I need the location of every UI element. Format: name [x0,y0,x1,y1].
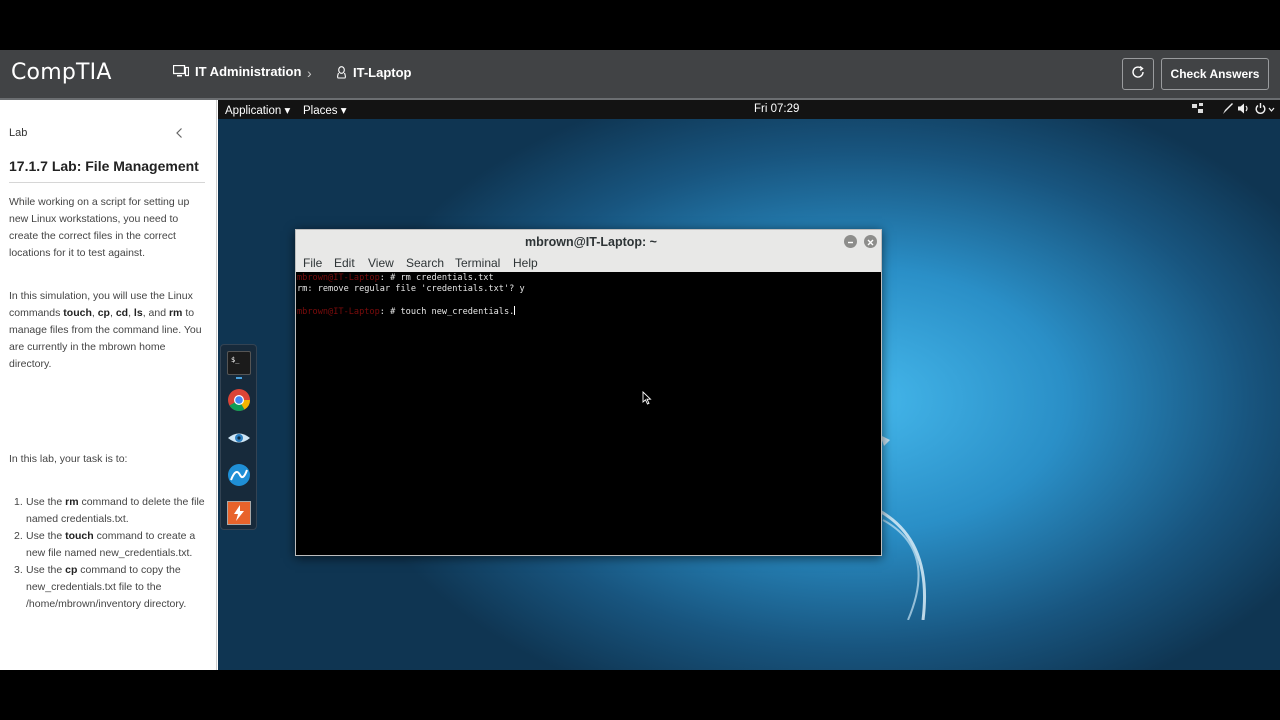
terminal-input-line[interactable]: mbrown@IT-Laptop: # touch new_credential… [297,306,881,317]
menu-help[interactable]: Help [513,256,538,270]
terminal-menubar: File Edit View Search Terminal Help [296,254,881,272]
breadcrumb-it-administration[interactable]: IT Administration [173,64,301,79]
wireshark-fin-icon[interactable] [227,463,251,487]
lab-app: CompTIA IT Administration › IT-Laptop Ch… [0,50,1280,670]
places-menu[interactable]: Places ▾ [303,103,346,117]
section-label: Lab [9,127,28,139]
task-item: 3. Use the cp command to copy the new_cre… [14,564,187,610]
terminal-icon[interactable]: $_ [227,351,251,375]
command-touch: touch [63,307,92,319]
menu-file[interactable]: File [303,256,322,270]
intro-paragraph: While working on a script for setting up… [9,196,190,259]
power-menu-icon[interactable] [1254,102,1276,118]
terminal-title: mbrown@IT-Laptop: ~ [525,235,657,249]
top-navigation-bar: CompTIA IT Administration › IT-Laptop Ch… [0,50,1280,98]
command-rm: rm [168,307,183,319]
chrome-icon[interactable] [227,388,251,412]
lab-instructions-panel: Lab 17.1.7 Lab: File Management While wo… [0,100,217,670]
refresh-icon [1130,64,1146,85]
comptia-logo[interactable]: CompTIA [11,60,112,85]
volume-icon[interactable] [1237,102,1250,118]
terminal-titlebar[interactable]: mbrown@IT-Laptop: ~ [296,230,881,254]
menu-terminal[interactable]: Terminal [455,256,500,270]
minimize-button[interactable] [844,235,857,248]
monitor-icon [173,65,189,78]
linux-desktop: Application ▾ Places ▾ Fri 07:29 $_ mbro… [218,100,1280,670]
breadcrumb-it-laptop[interactable]: IT-Laptop [336,65,412,80]
svg-text:$_: $_ [231,356,240,364]
lab-title: 17.1.7 Lab: File Management [9,158,199,174]
menu-view[interactable]: View [368,256,394,270]
breadcrumb-label: IT-Laptop [353,65,412,80]
eye-icon[interactable] [227,426,251,450]
check-answers-button[interactable]: Check Answers [1161,58,1269,90]
pen-icon[interactable] [1222,102,1234,118]
active-indicator [236,377,242,379]
terminal-output[interactable]: mbrown@IT-Laptop: # rm credentials.txt r… [296,273,881,555]
application-dock: $_ [220,344,257,530]
reset-button[interactable] [1122,58,1154,90]
task-list: 1. Use the rm command to delete the file … [9,494,209,613]
task-item: 1. Use the rm command to delete the file … [14,496,205,525]
application-menu[interactable]: Application ▾ [225,103,290,117]
close-button[interactable] [864,235,877,248]
chevron-left-icon[interactable] [175,126,184,144]
terminal-window[interactable]: mbrown@IT-Laptop: ~ File Edit View Searc… [295,229,882,556]
network-icon[interactable] [1191,102,1205,118]
menu-search[interactable]: Search [406,256,444,270]
task-lead: In this lab, your task is to: [9,453,128,465]
close-icon [867,233,874,251]
command-cd: cd [115,307,129,319]
command-cp: cp [97,307,110,319]
terminal-line: rm: remove regular file 'credentials.txt… [297,284,525,294]
burp-icon[interactable] [227,501,251,525]
minimize-icon [847,233,854,251]
breadcrumb-label: IT Administration [195,64,302,79]
commands-paragraph: In this simulation, you will use the Lin… [9,290,202,370]
panel-clock[interactable]: Fri 07:29 [754,103,799,115]
text-cursor [514,306,516,315]
menu-edit[interactable]: Edit [334,256,355,270]
task-item: 2. Use the touch command to create a new … [14,530,196,559]
mouse-pointer-icon [642,390,652,410]
linux-penguin-icon [336,66,347,79]
command-ls: ls [133,307,143,319]
breadcrumb-separator: › [307,65,312,81]
terminal-line: mbrown@IT-Laptop: # rm credentials.txt [297,273,494,283]
desktop-top-panel: Application ▾ Places ▾ Fri 07:29 [218,100,1280,119]
title-divider [9,182,205,183]
